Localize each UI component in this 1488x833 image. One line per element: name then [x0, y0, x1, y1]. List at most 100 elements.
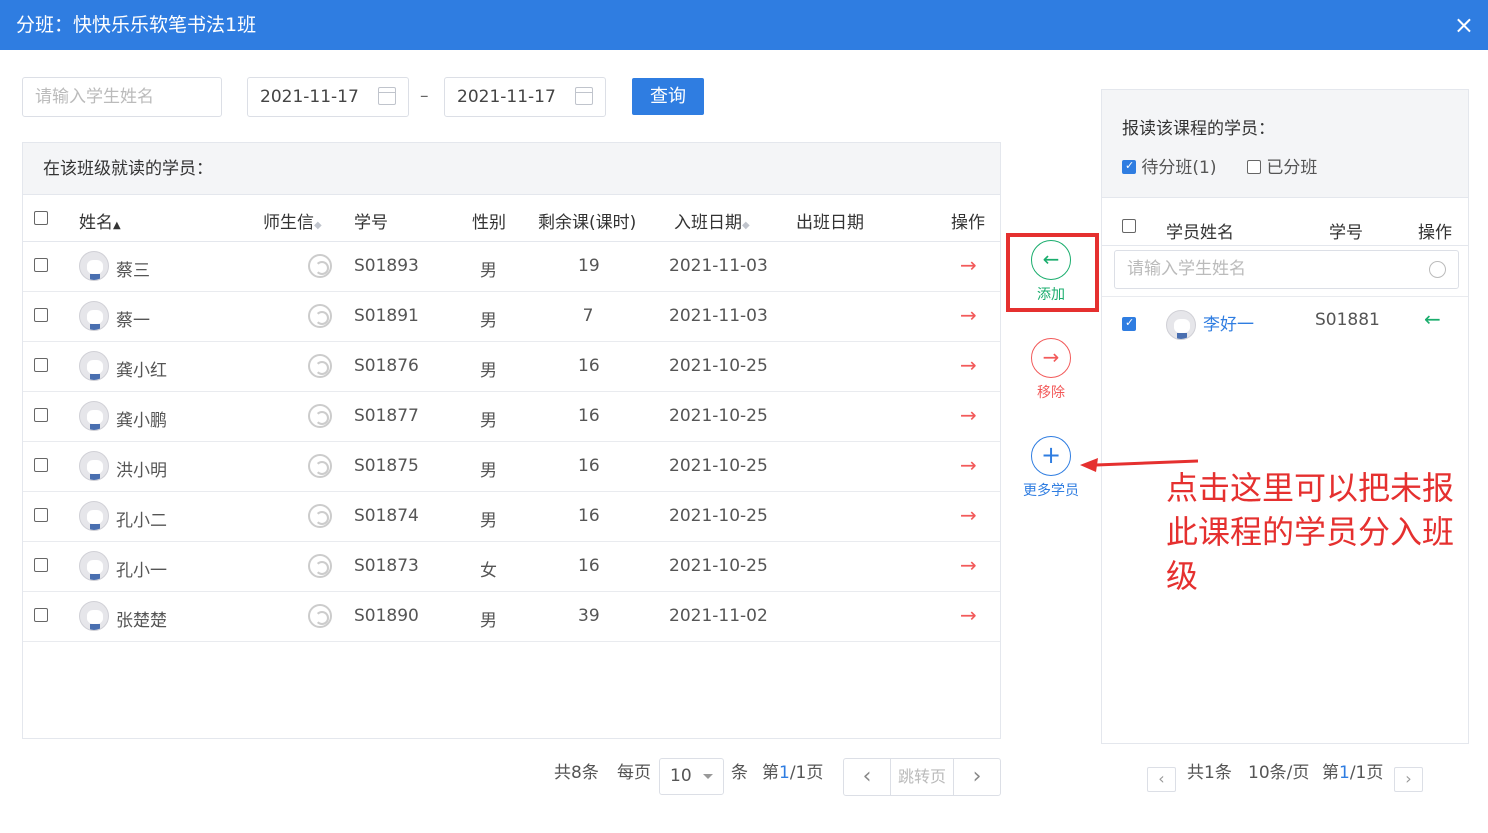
row-checkbox[interactable] — [34, 458, 48, 472]
right-pager-page-info: 第1/1页 — [1322, 763, 1384, 783]
wechat-icon[interactable] — [308, 504, 332, 528]
wechat-icon[interactable] — [308, 554, 332, 578]
table-row: 龚小红 S01876 男 16 2021-10-25 → — [23, 342, 1000, 392]
avatar — [79, 351, 109, 381]
avatar — [79, 601, 109, 631]
class-students-panel: 在该班级就读的学员： 姓名▲ 师生信◆ 学号 性别 剩余课(课时) 入班日期◆ … — [22, 142, 1001, 739]
avatar — [79, 451, 109, 481]
student-name: 孔小一 — [116, 561, 167, 581]
arrow-right-icon[interactable]: → — [960, 553, 977, 577]
arrow-left-icon: ← — [1031, 240, 1071, 280]
col-student-name: 学员姓名 — [1166, 223, 1234, 243]
per-page-select[interactable]: 10 — [659, 758, 724, 795]
avatar — [79, 251, 109, 281]
query-button[interactable]: 查询 — [632, 78, 704, 115]
col-wechat[interactable]: 师生信◆ — [263, 208, 322, 233]
assigned-label: 已分班 — [1266, 158, 1318, 178]
date-range-separator: – — [420, 86, 429, 106]
list-item: 李好一 S01881 ← — [1102, 296, 1468, 346]
avatar — [79, 501, 109, 531]
col-action: 操作 — [951, 213, 985, 233]
student-name: 张楚楚 — [116, 611, 167, 631]
col-name[interactable]: 姓名▲ — [79, 208, 121, 233]
avatar — [79, 401, 109, 431]
col-join-date[interactable]: 入班日期◆ — [674, 208, 750, 233]
col-leave-date: 出班日期 — [796, 213, 864, 233]
wechat-icon[interactable] — [308, 354, 332, 378]
avatar — [79, 551, 109, 581]
student-id: S01890 — [354, 606, 419, 626]
arrow-right-icon[interactable]: → — [960, 303, 977, 327]
row-checkbox[interactable] — [34, 258, 48, 272]
select-all-checkbox[interactable] — [1122, 219, 1136, 233]
arrow-right-icon[interactable]: → — [960, 503, 977, 527]
arrow-right-icon[interactable]: → — [960, 453, 977, 477]
student-name-link[interactable]: 李好一 — [1203, 310, 1254, 335]
assigned-filter[interactable]: 已分班 — [1247, 153, 1317, 178]
right-next-page-icon[interactable]: › — [1394, 767, 1423, 792]
arrow-right-icon[interactable]: → — [960, 603, 977, 627]
pager-total: 共8条 — [554, 763, 599, 783]
row-checkbox[interactable] — [34, 508, 48, 522]
wechat-icon[interactable] — [308, 304, 332, 328]
table-row: 张楚楚 S01890 男 39 2021-11-02 → — [23, 592, 1000, 642]
plus-icon: + — [1031, 436, 1071, 476]
annotation-text: 点击这里可以把未报此课程的学员分入班级 — [1166, 469, 1455, 595]
jump-page-input[interactable]: 跳转页 — [890, 759, 954, 795]
select-all-checkbox[interactable] — [34, 211, 48, 225]
remaining-hours: 7 — [582, 306, 594, 326]
row-checkbox[interactable] — [34, 408, 48, 422]
assigned-checkbox[interactable] — [1247, 160, 1261, 174]
student-id: S01874 — [354, 506, 419, 526]
row-checkbox[interactable] — [34, 358, 48, 372]
course-students-heading: 报读该课程的学员： — [1122, 119, 1275, 139]
date-from-input[interactable]: 2021-11-17 — [247, 77, 409, 117]
close-icon[interactable]: × — [1454, 0, 1474, 50]
remove-label: 移除 — [1037, 385, 1065, 401]
join-date: 2021-10-25 — [669, 456, 768, 476]
right-pager-total: 共1条 — [1187, 763, 1232, 783]
row-checkbox[interactable] — [34, 558, 48, 572]
add-button[interactable]: ← 添加 — [1010, 240, 1092, 304]
more-students-label: 更多学员 — [1023, 483, 1079, 499]
prev-page-icon[interactable]: ‹ — [844, 759, 890, 795]
student-id: S01876 — [354, 356, 419, 376]
table-row: 蔡一 S01891 男 7 2021-11-03 → — [23, 292, 1000, 342]
join-date: 2021-10-25 — [669, 506, 768, 526]
class-students-table-header: 姓名▲ 师生信◆ 学号 性别 剩余课(课时) 入班日期◆ 出班日期 操作 — [23, 195, 1000, 242]
row-checkbox[interactable] — [34, 308, 48, 322]
student-gender: 女 — [480, 561, 497, 581]
student-id: S01873 — [354, 556, 419, 576]
student-name: 孔小二 — [116, 511, 167, 531]
student-name-search-input[interactable]: 请输入学生姓名 — [22, 77, 222, 117]
student-gender: 男 — [480, 411, 497, 431]
table-row: 洪小明 S01875 男 16 2021-10-25 → — [23, 442, 1000, 492]
wechat-icon[interactable] — [308, 454, 332, 478]
table-row: 龚小鹏 S01877 男 16 2021-10-25 → — [23, 392, 1000, 442]
student-gender: 男 — [480, 611, 497, 631]
pending-filter[interactable]: 待分班(1) — [1122, 153, 1217, 178]
student-name: 洪小明 — [116, 461, 167, 481]
row-checkbox[interactable] — [1122, 316, 1136, 331]
pending-checkbox[interactable] — [1122, 159, 1136, 174]
row-checkbox[interactable] — [34, 608, 48, 622]
arrow-right-icon[interactable]: → — [960, 353, 977, 377]
arrow-right-icon[interactable]: → — [960, 403, 977, 427]
sort-icon: ◆ — [314, 220, 322, 231]
arrow-right-icon[interactable]: → — [960, 253, 977, 277]
right-student-search-input[interactable]: 请输入学生姓名 — [1114, 250, 1459, 289]
wechat-icon[interactable] — [308, 604, 332, 628]
next-page-icon[interactable]: › — [954, 759, 1000, 795]
student-gender: 男 — [480, 311, 497, 331]
remaining-hours: 16 — [578, 556, 600, 576]
date-to-value: 2021-11-17 — [457, 87, 556, 107]
col-action: 操作 — [1418, 223, 1452, 243]
right-prev-page-icon[interactable]: ‹ — [1147, 767, 1176, 792]
arrow-left-icon[interactable]: ← — [1424, 307, 1441, 331]
search-icon[interactable] — [1429, 261, 1446, 278]
date-to-input[interactable]: 2021-11-17 — [444, 77, 606, 117]
class-students-list: 蔡三 S01893 男 19 2021-11-03 → 蔡一 S01891 男 7 2021-11-… — [23, 242, 1000, 642]
wechat-icon[interactable] — [308, 404, 332, 428]
wechat-icon[interactable] — [308, 254, 332, 278]
remove-button[interactable]: → 移除 — [1010, 338, 1092, 402]
